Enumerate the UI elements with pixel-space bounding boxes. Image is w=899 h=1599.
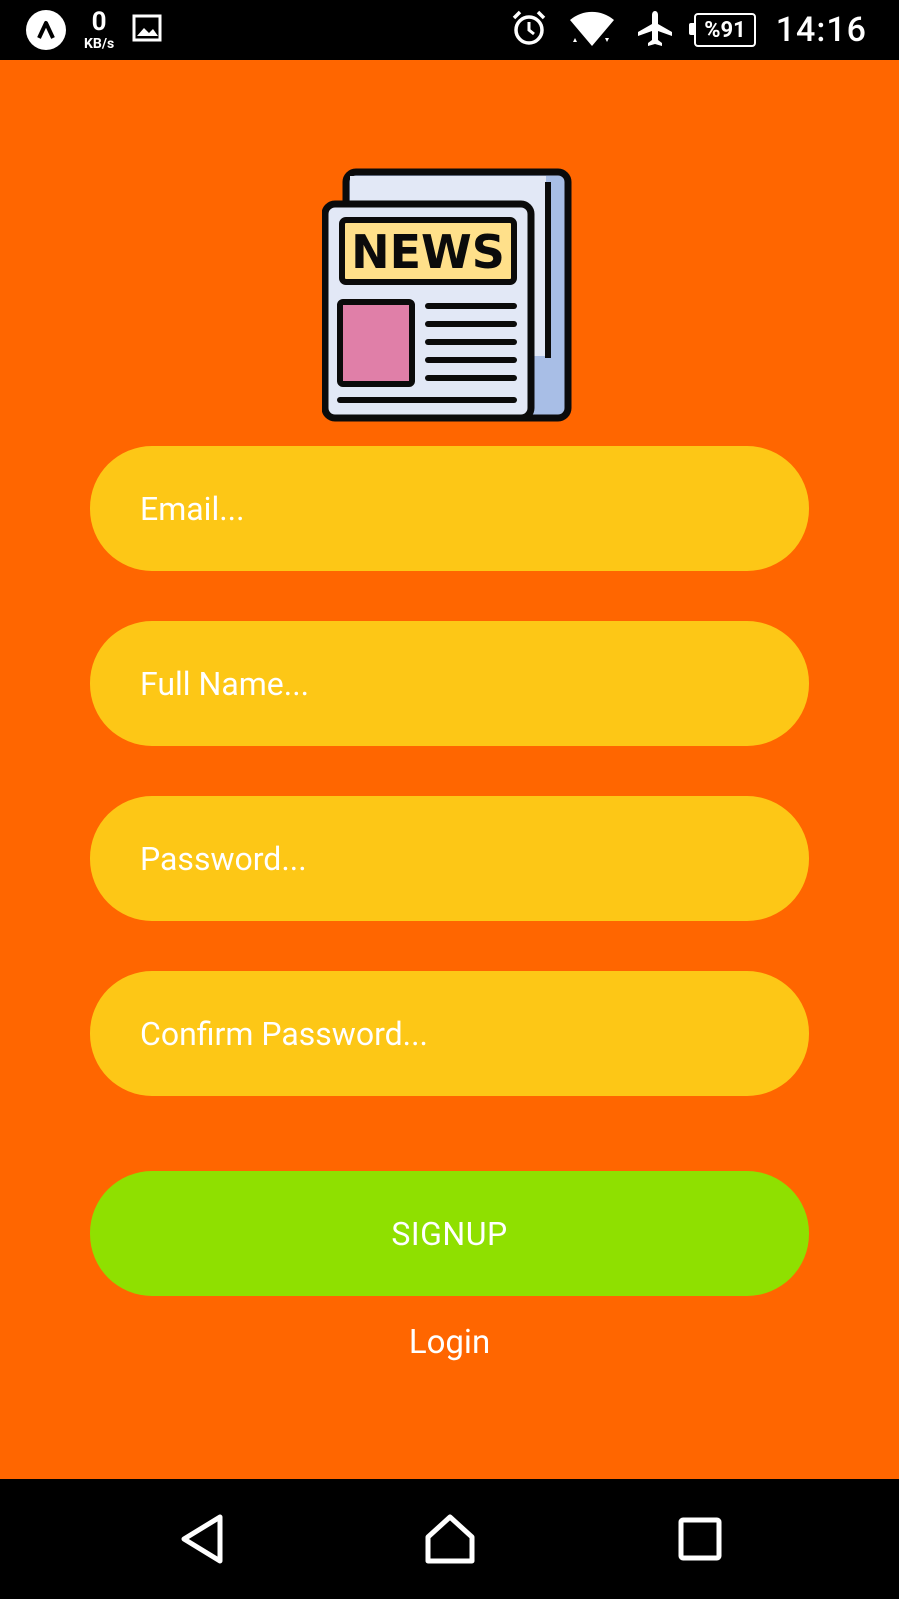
gallery-icon bbox=[132, 14, 162, 46]
alarm-icon bbox=[510, 9, 548, 51]
home-icon bbox=[425, 1514, 475, 1564]
net-speed-value: 0 bbox=[91, 7, 107, 37]
airplane-icon bbox=[636, 9, 674, 51]
email-placeholder: Email... bbox=[140, 489, 245, 528]
confirm-password-field[interactable]: Confirm Password... bbox=[90, 971, 809, 1096]
battery-level: %91 bbox=[704, 17, 746, 43]
full-name-placeholder: Full Name... bbox=[140, 664, 310, 703]
clock: 14:16 bbox=[775, 10, 867, 50]
confirm-password-placeholder: Confirm Password... bbox=[140, 1014, 428, 1053]
battery-icon: %91 bbox=[689, 13, 756, 47]
network-speed: 0 KB/s bbox=[84, 9, 114, 51]
back-button[interactable] bbox=[142, 1479, 262, 1599]
wifi-icon bbox=[568, 8, 616, 52]
status-bar: 0 KB/s %91 14:16 bbox=[0, 0, 899, 60]
signup-button[interactable]: SIGNUP bbox=[90, 1171, 809, 1296]
back-icon bbox=[181, 1514, 223, 1564]
password-field[interactable]: Password... bbox=[90, 796, 809, 921]
recent-apps-icon bbox=[678, 1517, 722, 1561]
recent-apps-button[interactable] bbox=[640, 1479, 760, 1599]
email-field[interactable]: Email... bbox=[90, 446, 809, 571]
home-button[interactable] bbox=[390, 1479, 510, 1599]
signup-label: SIGNUP bbox=[391, 1214, 508, 1253]
net-speed-unit: KB/s bbox=[84, 36, 115, 52]
full-name-field[interactable]: Full Name... bbox=[90, 621, 809, 746]
login-link[interactable]: Login bbox=[0, 1323, 899, 1362]
password-placeholder: Password... bbox=[140, 839, 307, 878]
logo-text: NEWS bbox=[351, 225, 505, 279]
navigation-bar bbox=[0, 1479, 899, 1599]
news-logo: NEWS bbox=[321, 168, 576, 422]
app-icon bbox=[26, 10, 66, 50]
